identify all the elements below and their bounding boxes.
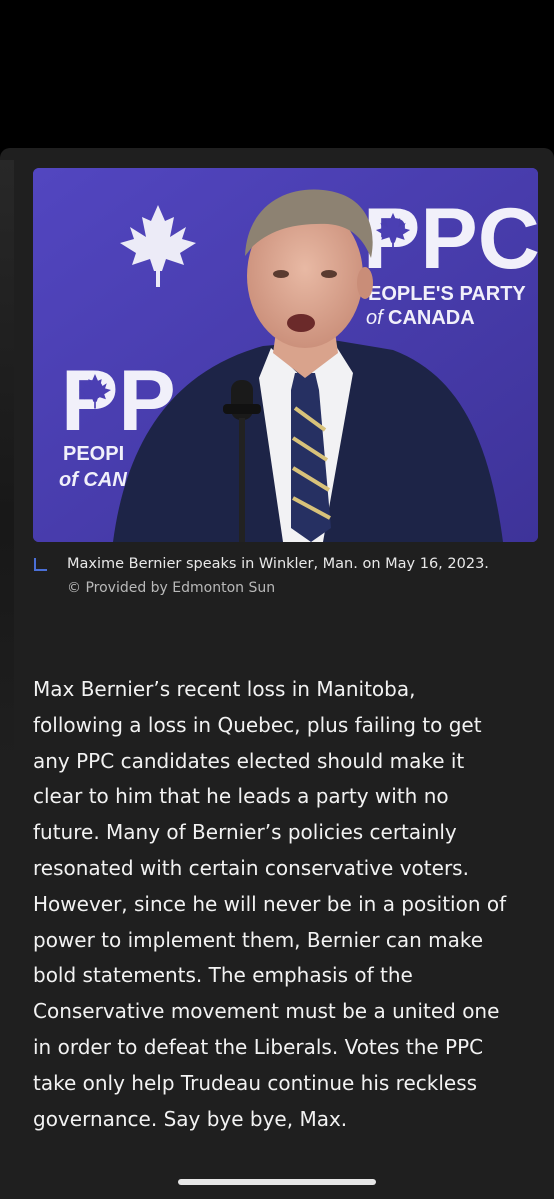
svg-text:CANADA: CANADA — [388, 307, 475, 329]
photo-credit: © Provided by Edmonton Sun — [67, 580, 276, 596]
caption-corner-icon — [34, 558, 47, 571]
body-line: Max Bernier’s recent loss in Manitoba, — [33, 677, 416, 701]
body-line: take only help Trudeau continue his reck… — [33, 1070, 478, 1095]
svg-text:EOPLE'S PARTY: EOPLE'S PARTY — [368, 283, 526, 305]
svg-text:PPC: PPC — [363, 191, 538, 287]
svg-text:PEOPI: PEOPI — [63, 443, 124, 465]
article-body: Max Bernier’s recent loss in Manitoba, f… — [33, 672, 538, 1137]
background-app-edge — [0, 160, 14, 760]
home-indicator[interactable] — [178, 1179, 376, 1185]
svg-text:of CAN: of CAN — [59, 469, 127, 491]
body-line: power to implement them, Bernier can mak… — [33, 927, 484, 952]
body-line: resonated with certain conservative vote… — [33, 855, 469, 880]
body-line: future. Many of Bernier’s policies certa… — [33, 820, 457, 845]
body-line: Conservative movement must be a united o… — [33, 999, 500, 1024]
article-photo[interactable]: PPC EOPLE'S PARTY of CANADA PP PEOPI of … — [33, 168, 538, 542]
caption-text: Maxime Bernier speaks in Winkler, Man. o… — [67, 556, 489, 572]
body-line: following a loss in Quebec, plus failing… — [33, 712, 482, 737]
body-line: any PPC candidates elected should make i… — [33, 748, 465, 773]
top-dark-area — [0, 0, 554, 160]
body-line: in order to defeat the Liberals. Votes t… — [33, 1034, 484, 1059]
body-line: bold statements. The emphasis of the — [33, 963, 413, 988]
body-line: clear to him that he leads a party with … — [33, 784, 449, 809]
svg-text:of: of — [366, 307, 385, 329]
body-line: governance. Say bye bye, Max. — [33, 1106, 348, 1131]
body-line: However, since he will never be in a pos… — [33, 891, 507, 916]
